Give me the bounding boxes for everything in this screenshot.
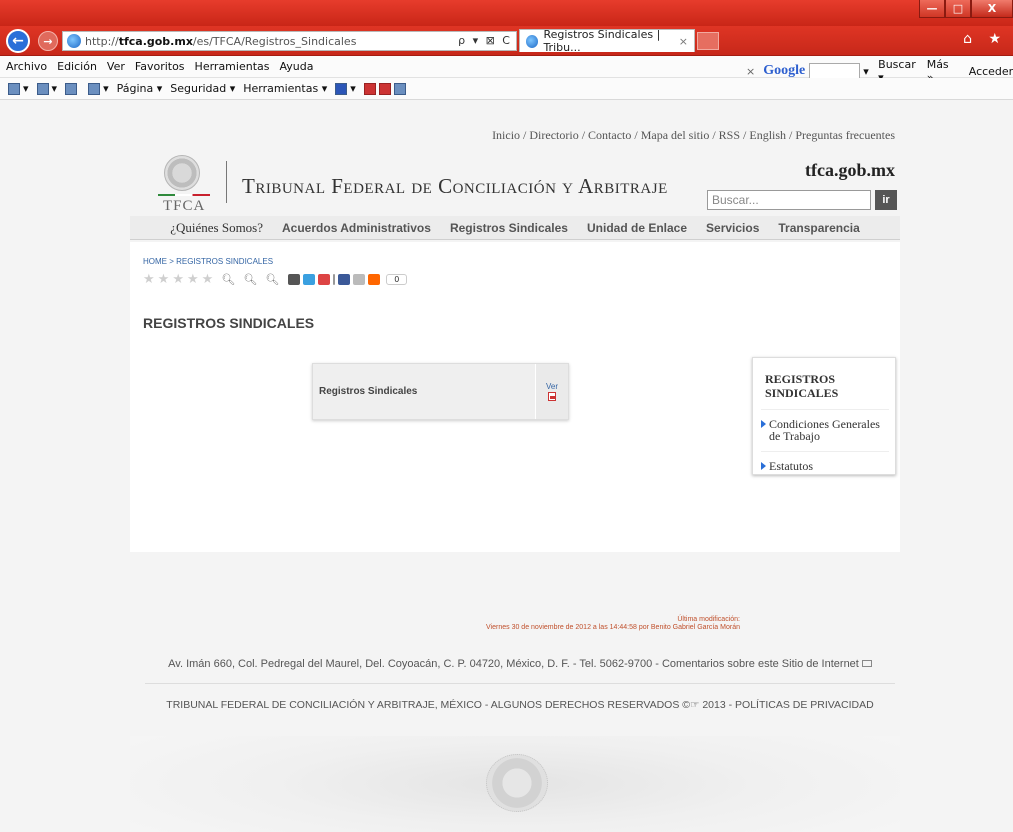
rating-star-icon[interactable]: ★ <box>187 272 199 287</box>
footer-divider <box>145 683 895 684</box>
google-dropdown-icon[interactable]: ▾ <box>860 65 872 78</box>
window-title-bar: — □ X <box>0 0 1013 26</box>
document-name: Registros Sindicales <box>313 364 536 419</box>
twitter-icon[interactable] <box>303 274 316 285</box>
share-count: 0 <box>386 274 408 285</box>
command-seguridad[interactable]: Seguridad ▾ <box>170 82 235 95</box>
site-domain: tfca.gob.mx <box>805 160 895 180</box>
help-icon[interactable]: ▾ <box>335 82 356 95</box>
last-modified: Última modificación: Viernes 30 de novie… <box>486 616 740 631</box>
ie-tab-icon <box>526 34 539 48</box>
minimize-button[interactable]: — <box>919 0 945 18</box>
tab-close-icon[interactable]: × <box>679 35 688 48</box>
tfca-logo-text[interactable]: TFCA <box>163 198 205 215</box>
rating-star-icon[interactable]: ★ <box>202 272 214 287</box>
sidebar-menu: REGISTROS SINDICALES Condiciones General… <box>752 357 896 475</box>
menu-ver[interactable]: Ver <box>107 60 125 73</box>
window-controls: — □ X <box>919 0 1013 18</box>
arrow-right-icon <box>761 420 766 428</box>
facebook-icon[interactable] <box>338 274 351 285</box>
google-toolbar-close-icon[interactable]: × <box>746 65 755 78</box>
footer-seal-icon <box>486 754 548 812</box>
share-toolbar: ★ ★ ★ ★ ★ 🔍︎ 🔍︎ 🔍︎ 0 <box>143 272 408 287</box>
font-larger-icon[interactable]: 🔍︎ <box>265 273 279 286</box>
pdf-icon[interactable] <box>548 392 556 401</box>
nav-registros-sindicales[interactable]: Registros Sindicales <box>450 221 568 235</box>
envelope-icon[interactable] <box>861 660 872 667</box>
nav-servicios[interactable]: Servicios <box>706 221 759 235</box>
page-title: REGISTROS SINDICALES <box>143 315 315 331</box>
menu-edicion[interactable]: Edición <box>57 60 97 73</box>
font-reset-icon[interactable]: 🔍︎ <box>243 273 257 286</box>
ie-page-icon <box>67 34 81 48</box>
command-pagina[interactable]: Página ▾ <box>117 82 163 95</box>
onenote-icon[interactable] <box>363 82 409 95</box>
site-title: Tribunal Federal de Conciliación y Arbit… <box>242 174 668 198</box>
home-favorites-icons[interactable]: ⌂ ★ <box>963 31 1007 47</box>
addthis-icon[interactable] <box>368 274 381 285</box>
main-navigation: ¿Quiénes Somos? Acuerdos Administrativos… <box>130 216 900 240</box>
footer-copyright[interactable]: TRIBUNAL FEDERAL DE CONCILIACIÓN Y ARBIT… <box>130 699 910 711</box>
menu-herramientas[interactable]: Herramientas <box>195 60 270 73</box>
google-signin-button[interactable]: Acceder <box>969 65 1013 78</box>
nav-quienes-somos[interactable]: ¿Quiénes Somos? <box>170 220 263 236</box>
mexico-seal-icon <box>164 155 200 191</box>
sidebar-title: REGISTROS SINDICALES <box>765 372 839 400</box>
documents-table: Registros Sindicales Ver <box>312 363 569 420</box>
command-bar: ▾ ▾ ▾ Página ▾ Seguridad ▾ Herramientas … <box>0 78 1013 100</box>
menu-ayuda[interactable]: Ayuda <box>279 60 313 73</box>
browser-nav-bar: ← → http://tfca.gob.mx/es/TFCA/Registros… <box>0 26 1013 56</box>
rating-star-icon[interactable]: ★ <box>158 272 170 287</box>
command-herramientas[interactable]: Herramientas ▾ <box>243 82 327 95</box>
mail-icon[interactable] <box>65 82 80 95</box>
google-logo: Google <box>763 63 806 78</box>
rating-star-icon[interactable]: ★ <box>143 272 155 287</box>
header-divider <box>226 161 227 203</box>
print-page-icon[interactable] <box>288 274 301 285</box>
back-button[interactable]: ← <box>6 29 30 53</box>
site-search-button[interactable]: ir <box>875 190 897 210</box>
footer-band <box>130 736 900 832</box>
close-window-button[interactable]: X <box>971 0 1013 18</box>
menu-bar: Archivo Edición Ver Favoritos Herramient… <box>0 56 1013 84</box>
forward-button[interactable]: → <box>38 31 58 51</box>
footer-address: Av. Imán 660, Col. Pedregal del Maurel, … <box>130 658 910 670</box>
address-bar[interactable]: http://tfca.gob.mx/es/TFCA/Registros_Sin… <box>62 31 517 51</box>
home-command-icon[interactable]: ▾ <box>8 82 29 95</box>
forward-arrow-icon: → <box>43 34 53 48</box>
share-separator <box>333 274 336 285</box>
breadcrumb[interactable]: HOME > REGISTROS SINDICALES <box>143 257 273 266</box>
nav-transparencia[interactable]: Transparencia <box>778 221 859 235</box>
sidebar-item-estatutos[interactable]: Estatutos <box>761 451 889 472</box>
web-page: Inicio / Directorio / Contacto / Mapa de… <box>0 101 1013 832</box>
feeds-icon[interactable]: ▾ <box>36 82 57 95</box>
new-tab-button[interactable] <box>697 32 719 50</box>
maximize-button[interactable]: □ <box>945 0 971 18</box>
menu-favoritos[interactable]: Favoritos <box>135 60 185 73</box>
print-icon[interactable]: ▾ <box>88 82 109 95</box>
tab-title: Registros Sindicales | Tribu... <box>543 28 661 54</box>
top-links[interactable]: Inicio / Directorio / Contacto / Mapa de… <box>440 128 895 143</box>
nav-acuerdos-administrativos[interactable]: Acuerdos Administrativos <box>282 221 431 235</box>
menu-archivo[interactable]: Archivo <box>6 60 47 73</box>
gmail-icon[interactable] <box>318 274 331 285</box>
address-tools-icons[interactable]: ρ ▾ ⊠ C <box>458 34 512 47</box>
google-search-input[interactable] <box>809 62 860 80</box>
email-share-icon[interactable] <box>353 274 366 285</box>
flag-stripe <box>158 194 210 196</box>
back-arrow-icon: ← <box>12 33 24 49</box>
arrow-right-icon <box>761 462 766 470</box>
ver-pdf-link[interactable]: Ver <box>536 364 568 419</box>
sidebar-item-condiciones[interactable]: Condiciones Generales de Trabajo <box>761 409 889 442</box>
address-url[interactable]: http://tfca.gob.mx/es/TFCA/Registros_Sin… <box>85 35 356 48</box>
nav-unidad-de-enlace[interactable]: Unidad de Enlace <box>587 221 687 235</box>
rating-star-icon[interactable]: ★ <box>172 272 184 287</box>
site-search-input[interactable]: Buscar... <box>707 190 871 210</box>
font-smaller-icon[interactable]: 🔍︎ <box>221 273 235 286</box>
tab-registros-sindicales[interactable]: Registros Sindicales | Tribu... × <box>519 28 695 54</box>
ver-label[interactable]: Ver <box>546 382 558 391</box>
